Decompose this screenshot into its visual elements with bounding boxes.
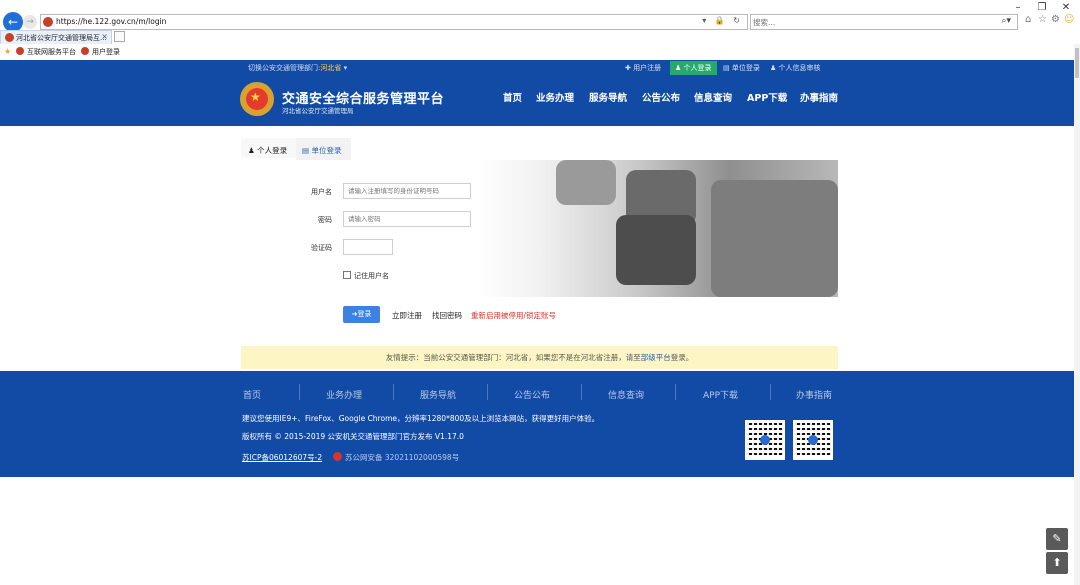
password-input[interactable] bbox=[343, 211, 471, 227]
tab-personal-login[interactable]: ♟ 个人登录 bbox=[248, 145, 287, 156]
personal-login-link[interactable]: ♟ 个人登录 bbox=[670, 61, 717, 75]
address-bar-icons[interactable]: ▾ 🔒 ↻ bbox=[702, 16, 743, 25]
nav-home[interactable]: 首页 bbox=[503, 90, 522, 104]
department-value: 河北省 bbox=[320, 64, 342, 72]
close-window-button[interactable]: ✕ bbox=[1058, 1, 1074, 15]
username-input[interactable] bbox=[343, 183, 471, 199]
notice-bar: 友情提示：当前公安交通管理部门：河北省，如果您不是在河北省注册，请至部级平台登录… bbox=[241, 346, 838, 369]
footer-divider bbox=[393, 384, 394, 400]
top-utility-bar bbox=[0, 60, 1074, 76]
info-review-link[interactable]: ♟ 个人信息审核 bbox=[765, 61, 826, 75]
footer-nav-app-download[interactable]: APP下载 bbox=[703, 388, 738, 401]
plus-icon: ✚ bbox=[625, 64, 631, 72]
nav-info-query[interactable]: 信息查询 bbox=[694, 90, 732, 104]
footer-nav-business[interactable]: 业务办理 bbox=[326, 388, 362, 401]
qr-code-app bbox=[745, 420, 785, 460]
traffic-background-image bbox=[476, 160, 838, 297]
site-subtitle: 河北省公安厅交通管理局 bbox=[282, 107, 354, 115]
nav-app-download[interactable]: APP下载 bbox=[747, 90, 787, 104]
police-emblem-icon bbox=[240, 82, 274, 116]
nav-service-guide[interactable]: 服务导航 bbox=[589, 90, 627, 104]
footer-divider bbox=[675, 384, 676, 400]
footer-nav-home[interactable]: 首页 bbox=[243, 388, 261, 401]
favorite-link-login[interactable]: 用户登录 bbox=[81, 47, 120, 57]
minimize-button[interactable]: – bbox=[1010, 1, 1026, 15]
user-icon: ♟ bbox=[770, 64, 777, 72]
footer-nav-service-guide[interactable]: 服务导航 bbox=[420, 388, 456, 401]
footer-divider bbox=[299, 384, 300, 400]
tab-close-icon[interactable]: × bbox=[101, 32, 108, 41]
police-badge-icon bbox=[333, 452, 342, 461]
ministry-platform-link[interactable]: 部级平台 bbox=[641, 353, 671, 362]
user-icon: ♟ bbox=[248, 146, 255, 155]
new-tab-button[interactable] bbox=[114, 31, 125, 42]
address-url: https://he.122.gov.cn/m/login bbox=[56, 17, 167, 26]
browser-chrome: – ❐ ✕ ← → https://he.122.gov.cn/m/login … bbox=[0, 0, 1080, 60]
remember-username-checkbox[interactable] bbox=[343, 271, 351, 279]
back-button[interactable]: ← bbox=[3, 12, 23, 32]
reactivate-account-link[interactable]: 重新启用被停用/锁定账号 bbox=[471, 310, 556, 321]
favorites-bar: ★ 互联网服务平台 用户登录 bbox=[0, 45, 1080, 60]
company-login-link[interactable]: ▤ 单位登录 bbox=[718, 61, 765, 75]
home-icon[interactable]: ⌂ bbox=[1025, 14, 1031, 25]
favorites-star-icon[interactable]: ★ bbox=[4, 47, 11, 56]
tab-title: 河北省公安厅交通管理局互... bbox=[16, 34, 107, 42]
building-icon: ▤ bbox=[723, 64, 730, 72]
nav-announcements[interactable]: 公告公布 bbox=[642, 90, 680, 104]
register-now-link[interactable]: 立即注册 bbox=[392, 310, 422, 321]
register-link[interactable]: ✚ 用户注册 bbox=[620, 61, 666, 75]
recover-password-link[interactable]: 找回密码 bbox=[432, 310, 462, 321]
search-box[interactable]: ⌕▾ bbox=[750, 14, 1018, 30]
site-favicon-icon bbox=[43, 17, 53, 27]
department-switcher[interactable]: 切换公安交通管理部门:河北省 ▾ bbox=[248, 63, 347, 73]
favorite-link-platform[interactable]: 互联网服务平台 bbox=[16, 47, 76, 57]
search-input[interactable] bbox=[753, 16, 983, 28]
remember-username-label[interactable]: 记住用户名 bbox=[354, 271, 389, 281]
copyright-text: 版权所有 © 2015-2019 公安机关交通管理部门官方发布 V1.17.0 bbox=[242, 432, 464, 441]
browser-recommendation: 建议您使用IE9+、FireFox、Google Chrome，分辨率1280*… bbox=[242, 414, 600, 423]
footer-divider bbox=[581, 384, 582, 400]
forward-button[interactable]: → bbox=[23, 15, 37, 29]
address-bar[interactable]: https://he.122.gov.cn/m/login ▾ 🔒 ↻ bbox=[40, 14, 748, 30]
login-button[interactable]: ➜登录 bbox=[343, 306, 380, 323]
captcha-input[interactable] bbox=[343, 239, 393, 255]
search-icon[interactable]: ⌕▾ bbox=[1001, 16, 1011, 26]
police-record-link[interactable]: 苏公网安备 32021102000598号 bbox=[333, 452, 459, 463]
back-to-top-icon[interactable]: ⬆ bbox=[1046, 552, 1068, 574]
feedback-edit-icon[interactable]: ✎ bbox=[1046, 528, 1068, 550]
password-label: 密码 bbox=[318, 216, 332, 224]
user-icon: ♟ bbox=[675, 64, 682, 72]
favorites-star-icon[interactable]: ☆ bbox=[1038, 14, 1047, 25]
site-footer bbox=[0, 371, 1074, 477]
chevron-down-icon: ▾ bbox=[343, 64, 348, 72]
captcha-label: 验证码 bbox=[311, 244, 332, 252]
username-label: 用户名 bbox=[311, 188, 332, 196]
footer-divider bbox=[770, 384, 771, 400]
building-icon: ▤ bbox=[302, 146, 310, 155]
settings-gear-icon[interactable]: ⚙ bbox=[1051, 14, 1060, 25]
tab-favicon-icon bbox=[5, 33, 14, 42]
qr-code-wechat bbox=[793, 420, 833, 460]
footer-nav-announcements[interactable]: 公告公布 bbox=[514, 388, 550, 401]
browser-tab[interactable]: 河北省公安厅交通管理局互... × bbox=[0, 30, 112, 44]
nav-guide[interactable]: 办事指南 bbox=[800, 90, 838, 104]
footer-divider bbox=[487, 384, 488, 400]
smiley-feedback-icon[interactable]: ☺ bbox=[1064, 14, 1074, 25]
tab-company-login[interactable]: ▤ 单位登录 bbox=[302, 145, 341, 156]
icp-link[interactable]: 苏ICP备06012607号-2 bbox=[242, 452, 322, 463]
footer-nav-info-query[interactable]: 信息查询 bbox=[608, 388, 644, 401]
restore-button[interactable]: ❐ bbox=[1034, 1, 1050, 15]
scrollbar-thumb[interactable] bbox=[1075, 48, 1079, 78]
favorite-favicon-icon bbox=[81, 47, 89, 55]
nav-business[interactable]: 业务办理 bbox=[536, 90, 574, 104]
favorite-favicon-icon bbox=[16, 47, 24, 55]
footer-nav-guide[interactable]: 办事指南 bbox=[796, 388, 832, 401]
page-scrollbar[interactable] bbox=[1074, 44, 1080, 585]
